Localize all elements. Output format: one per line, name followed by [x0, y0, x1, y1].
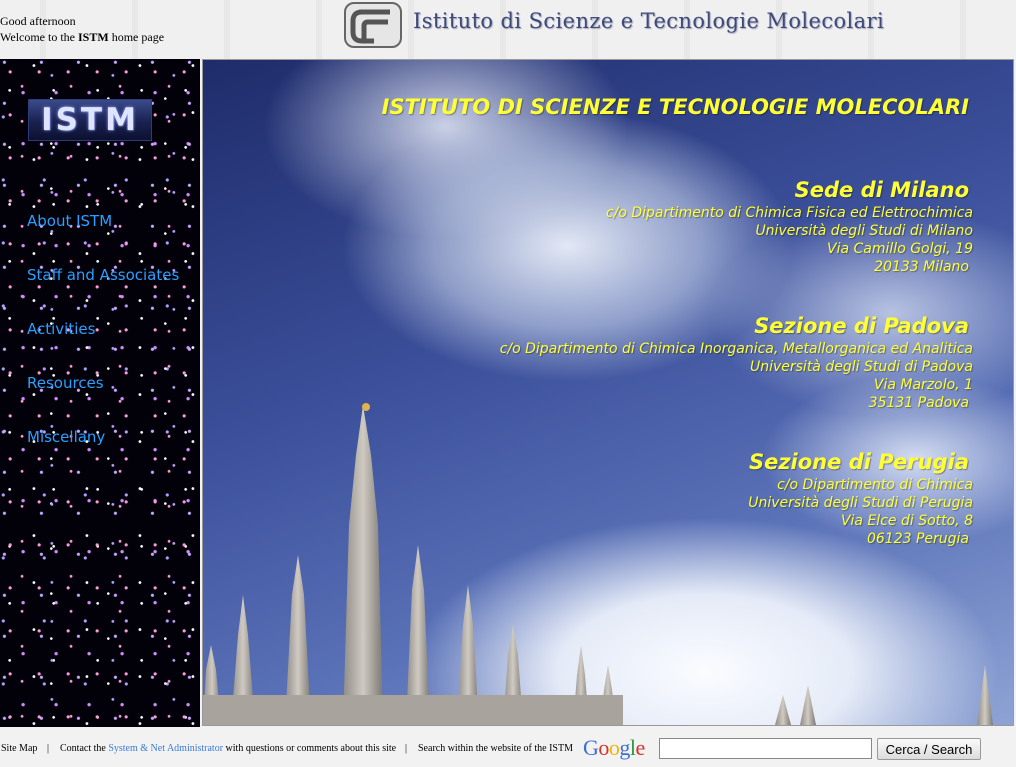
address-line: 20133 Milano: [874, 259, 969, 275]
address-line: c/o Dipartimento di Chimica Fisica ed El…: [605, 205, 973, 221]
address-line: 35131 Padova: [868, 395, 969, 411]
sidebar-item-activities[interactable]: Activities: [27, 320, 95, 338]
address-line: Via Marzolo, 1: [873, 377, 973, 393]
sidebar-item-about[interactable]: About ISTM: [27, 212, 112, 230]
sidebar-item-miscellany[interactable]: Miscellany: [27, 428, 105, 446]
google-letter: G: [583, 735, 599, 760]
google-letter: o: [598, 735, 609, 760]
main-photo-panel: ISTITUTO DI SCIENZE E TECNOLOGIE MOLECOL…: [202, 59, 1014, 726]
search-input[interactable]: [659, 738, 872, 759]
address-line: Università degli Studi di Padova: [749, 359, 973, 375]
google-letter: e: [635, 735, 646, 760]
search-label: Search within the website of the ISTM: [418, 743, 573, 754]
greeting-text: Good afternoon: [0, 14, 76, 28]
address-line: Via Camillo Golgi, 19: [827, 241, 973, 257]
istm-logo: ISTM: [28, 99, 152, 141]
footer-separator: |: [405, 743, 408, 754]
sysadmin-link[interactable]: System & Net Administrator: [108, 743, 223, 754]
site-perugia: Sezione di Perugia c/o Dipartimento di C…: [748, 448, 973, 548]
address-line: Università degli Studi di Perugia: [748, 495, 973, 511]
sidebar-nav: ISTM About ISTM Staff and Associates Act…: [0, 59, 200, 727]
welcome-prefix: Welcome to the: [0, 30, 79, 44]
welcome-text: Welcome to the ISTM home page: [0, 29, 164, 45]
site-milano: Sede di Milano c/o Dipartimento di Chimi…: [606, 176, 973, 276]
cathedral-spires-image: [203, 403, 993, 725]
contact-text: Contact the System & Net Administrator w…: [60, 743, 396, 754]
google-logo: Google: [583, 735, 645, 761]
site-name: Sezione di Perugia: [748, 450, 969, 474]
greeting-block: Good afternoon Welcome to the ISTM home …: [0, 13, 164, 45]
site-map-link[interactable]: Site Map: [1, 743, 37, 754]
google-letter: g: [619, 735, 630, 760]
welcome-suffix: home page: [108, 30, 165, 44]
site-name: Sede di Milano: [794, 178, 969, 202]
sidebar-item-resources[interactable]: Resources: [27, 374, 104, 392]
header-title: Istituto di Scienze e Tecnologie Molecol…: [413, 9, 885, 33]
site-padova: Sezione di Padova c/o Dipartimento di Ch…: [500, 312, 973, 412]
google-letter: o: [608, 735, 620, 760]
sidebar-item-staff[interactable]: Staff and Associates: [27, 266, 179, 284]
istm-logo-text: ISTM: [41, 102, 139, 138]
site-name: Sezione di Padova: [754, 314, 969, 338]
institute-title: ISTITUTO DI SCIENZE E TECNOLOGIE MOLECOL…: [381, 95, 969, 119]
address-line: c/o Dipartimento di Chimica Inorganica, …: [499, 341, 973, 357]
address-line: Università degli Studi di Milano: [755, 223, 973, 239]
address-line: c/o Dipartimento di Chimica: [777, 477, 973, 493]
footer-separator: |: [47, 743, 50, 754]
footer-bar: Site Map | Contact the System & Net Admi…: [0, 734, 1016, 762]
contact-prefix: Contact the: [60, 743, 109, 754]
contact-suffix: with questions or comments about this si…: [223, 743, 397, 754]
cnr-logo-icon: [344, 2, 402, 48]
address-line: 06123 Perugia: [866, 531, 969, 547]
search-button[interactable]: Cerca / Search: [877, 738, 981, 760]
address-line: Via Elce di Sotto, 8: [840, 513, 973, 529]
welcome-bold: ISTM: [78, 30, 109, 44]
